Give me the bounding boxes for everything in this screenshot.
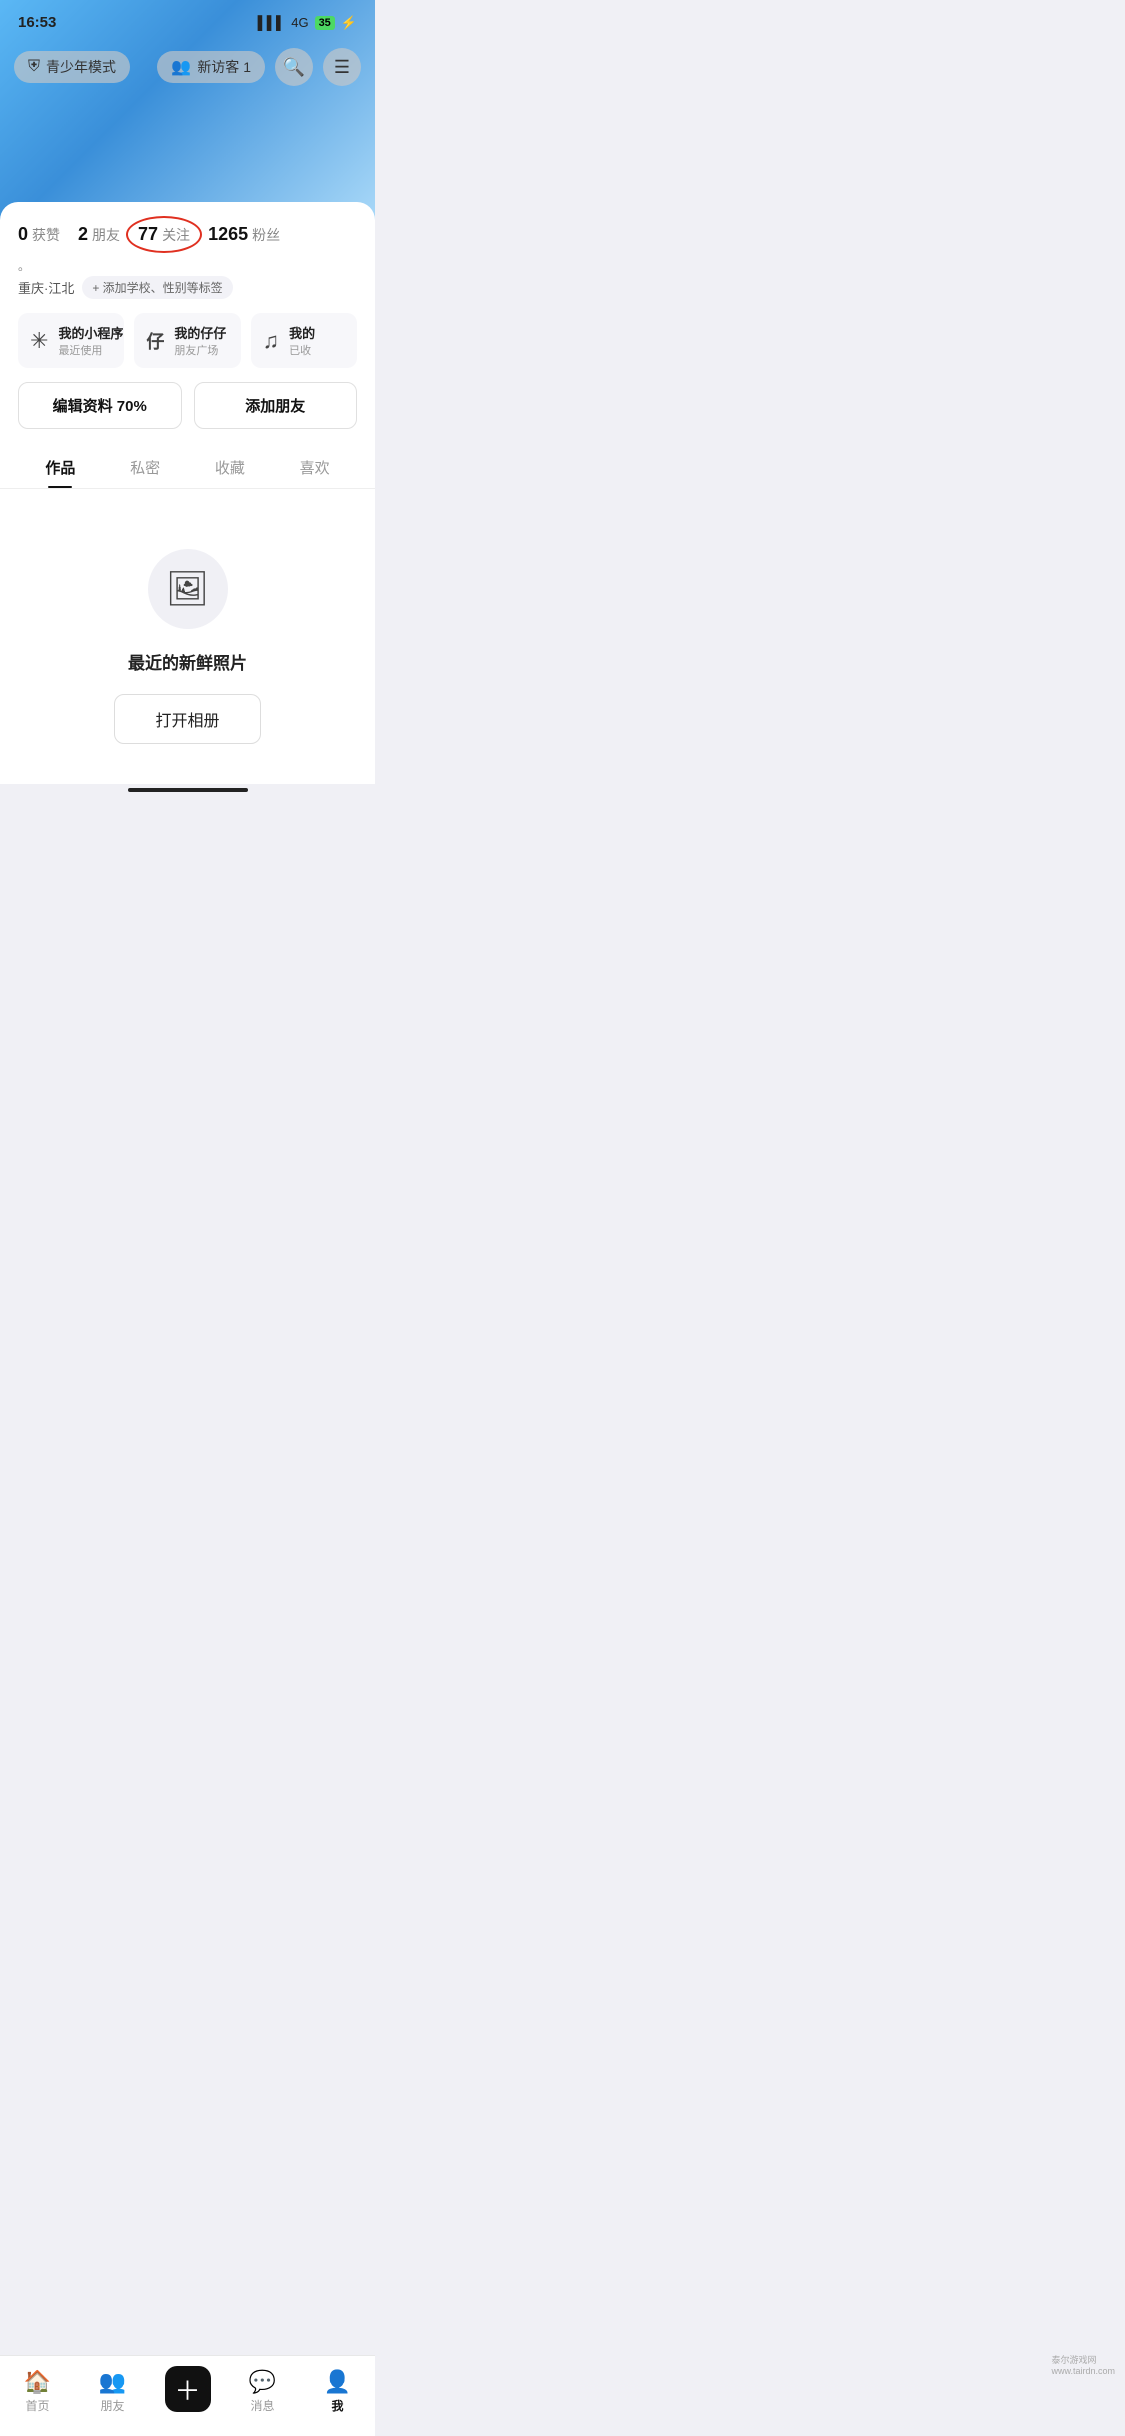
zaizai-title: 我的仔仔 [174,323,226,342]
tab-private-label: 私密 [130,460,160,477]
edit-profile-btn[interactable]: 编辑资料 70% [18,382,182,429]
nav-me[interactable]: 👤 我 [313,2369,363,2414]
friends-icon: 👥 [99,2369,126,2395]
new-visitor-label: 新访客 1 [197,57,251,77]
tab-favorites-label: 收藏 [215,460,245,477]
quick-link-music[interactable]: ♫ 我的 已收 [251,313,357,368]
plus-btn[interactable]: ＋ [165,2366,211,2412]
zaizai-sub: 朋友广场 [174,342,226,358]
menu-btn[interactable]: ☰ [323,48,361,86]
friends-count: 2 [78,224,88,245]
tab-favorites[interactable]: 收藏 [188,445,273,488]
tag-row: 重庆·江北 + 添加学校、性别等标签 [18,276,357,299]
bio-dot: 。 [18,257,357,274]
nav-create[interactable]: ＋ [163,2366,213,2416]
music-title: 我的 [289,323,315,342]
quick-links: ✳ 我的小程序 最近使用 仔 我的仔仔 朋友广场 ♫ 我的 已收 [18,313,357,368]
signal-icon: ▌▌▌ [258,15,286,30]
messages-label: 消息 [250,2397,274,2414]
mini-program-title: 我的小程序 [58,323,123,342]
visitor-icon: 👥 [171,57,191,77]
search-btn[interactable]: 🔍 [275,48,313,86]
tab-private[interactable]: 私密 [103,445,188,488]
add-tag-label: + 添加学校、性别等标签 [92,279,222,296]
following-label: 关注 [162,225,190,245]
mini-program-icon: ✳ [30,328,48,354]
tab-likes-label: 喜欢 [300,460,330,477]
plus-icon: ＋ [174,2371,200,2408]
youth-mode-icon: ⛨ [28,58,40,76]
nav-home[interactable]: 🏠 首页 [13,2369,63,2414]
battery-lightning: ⚡ [341,15,357,31]
open-album-label: 打开相册 [155,713,219,730]
stat-likes[interactable]: 0 获赞 [18,224,60,245]
empty-photo-icon: 🖼 [166,569,209,609]
stat-friends[interactable]: 2 朋友 [78,224,120,245]
open-album-btn[interactable]: 打开相册 [114,694,260,744]
nav-right-actions: 👥 新访客 1 🔍 ☰ [157,48,361,86]
friends-nav-label: 朋友 [100,2397,124,2414]
tab-works[interactable]: 作品 [18,445,103,488]
youth-mode-btn[interactable]: ⛨ 青少年模式 [14,51,130,83]
music-sub: 已收 [289,342,315,358]
music-icon: ♫ [263,328,280,354]
me-label: 我 [331,2397,343,2414]
youth-mode-label: 青少年模式 [46,57,116,77]
search-icon: 🔍 [283,57,305,78]
add-friend-btn[interactable]: 添加朋友 [194,382,358,429]
nav-friends[interactable]: 👥 朋友 [88,2369,138,2414]
tabs-row: 作品 私密 收藏 喜欢 [0,445,375,489]
music-text: 我的 已收 [289,323,315,358]
home-icon: 🏠 [24,2369,51,2395]
quick-link-mini-program[interactable]: ✳ 我的小程序 最近使用 [18,313,124,368]
home-label: 首页 [25,2397,49,2414]
zaizai-text: 我的仔仔 朋友广场 [174,323,226,358]
stat-following[interactable]: 77 关注 [138,224,190,245]
mini-program-text: 我的小程序 最近使用 [58,323,123,358]
fans-label: 粉丝 [252,225,280,245]
profile-card: 0 获赞 2 朋友 77 关注 1265 粉丝 。 重庆·江北 + 添加学校、性… [0,202,375,489]
fans-count: 1265 [208,224,248,245]
watermark: 泰尔游戏网www.tairdn.com [1051,2353,1115,2376]
empty-title: 最近的新鲜照片 [128,649,247,674]
action-btns: 编辑资料 70% 添加朋友 [18,382,357,429]
header-nav: ⛨ 青少年模式 👥 新访客 1 🔍 ☰ [0,40,375,94]
home-indicator [128,788,248,792]
likes-label: 获赞 [32,225,60,245]
edit-profile-label: 编辑资料 70% [53,398,147,415]
tab-works-label: 作品 [45,460,75,477]
new-visitor-btn[interactable]: 👥 新访客 1 [157,51,265,83]
location-tag: 重庆·江北 [18,278,74,297]
status-icons: ▌▌▌ 4G 35 ⚡ [258,15,357,31]
mini-program-sub: 最近使用 [58,342,123,358]
menu-icon: ☰ [334,57,350,78]
add-friend-label: 添加朋友 [245,398,305,415]
friends-label: 朋友 [92,225,120,245]
empty-icon-wrap: 🖼 [148,549,228,629]
status-bar: 16:53 ▌▌▌ 4G 35 ⚡ [0,0,375,37]
likes-count: 0 [18,224,28,245]
quick-link-zaizai[interactable]: 仔 我的仔仔 朋友广场 [134,313,240,368]
add-tag-btn[interactable]: + 添加学校、性别等标签 [82,276,232,299]
messages-icon: 💬 [249,2369,276,2395]
zaizai-icon: 仔 [146,328,164,354]
status-time: 16:53 [18,14,56,31]
following-count: 77 [138,224,158,245]
network-label: 4G [291,15,308,30]
empty-state: 🖼 最近的新鲜照片 打开相册 [0,489,375,784]
me-icon: 👤 [324,2369,351,2395]
battery-badge: 35 [315,16,335,30]
bottom-nav: 🏠 首页 👥 朋友 ＋ 💬 消息 👤 我 [0,2355,375,2436]
stat-fans[interactable]: 1265 粉丝 [208,224,280,245]
stats-row: 0 获赞 2 朋友 77 关注 1265 粉丝 [18,220,357,257]
nav-messages[interactable]: 💬 消息 [238,2369,288,2414]
tab-likes[interactable]: 喜欢 [272,445,357,488]
